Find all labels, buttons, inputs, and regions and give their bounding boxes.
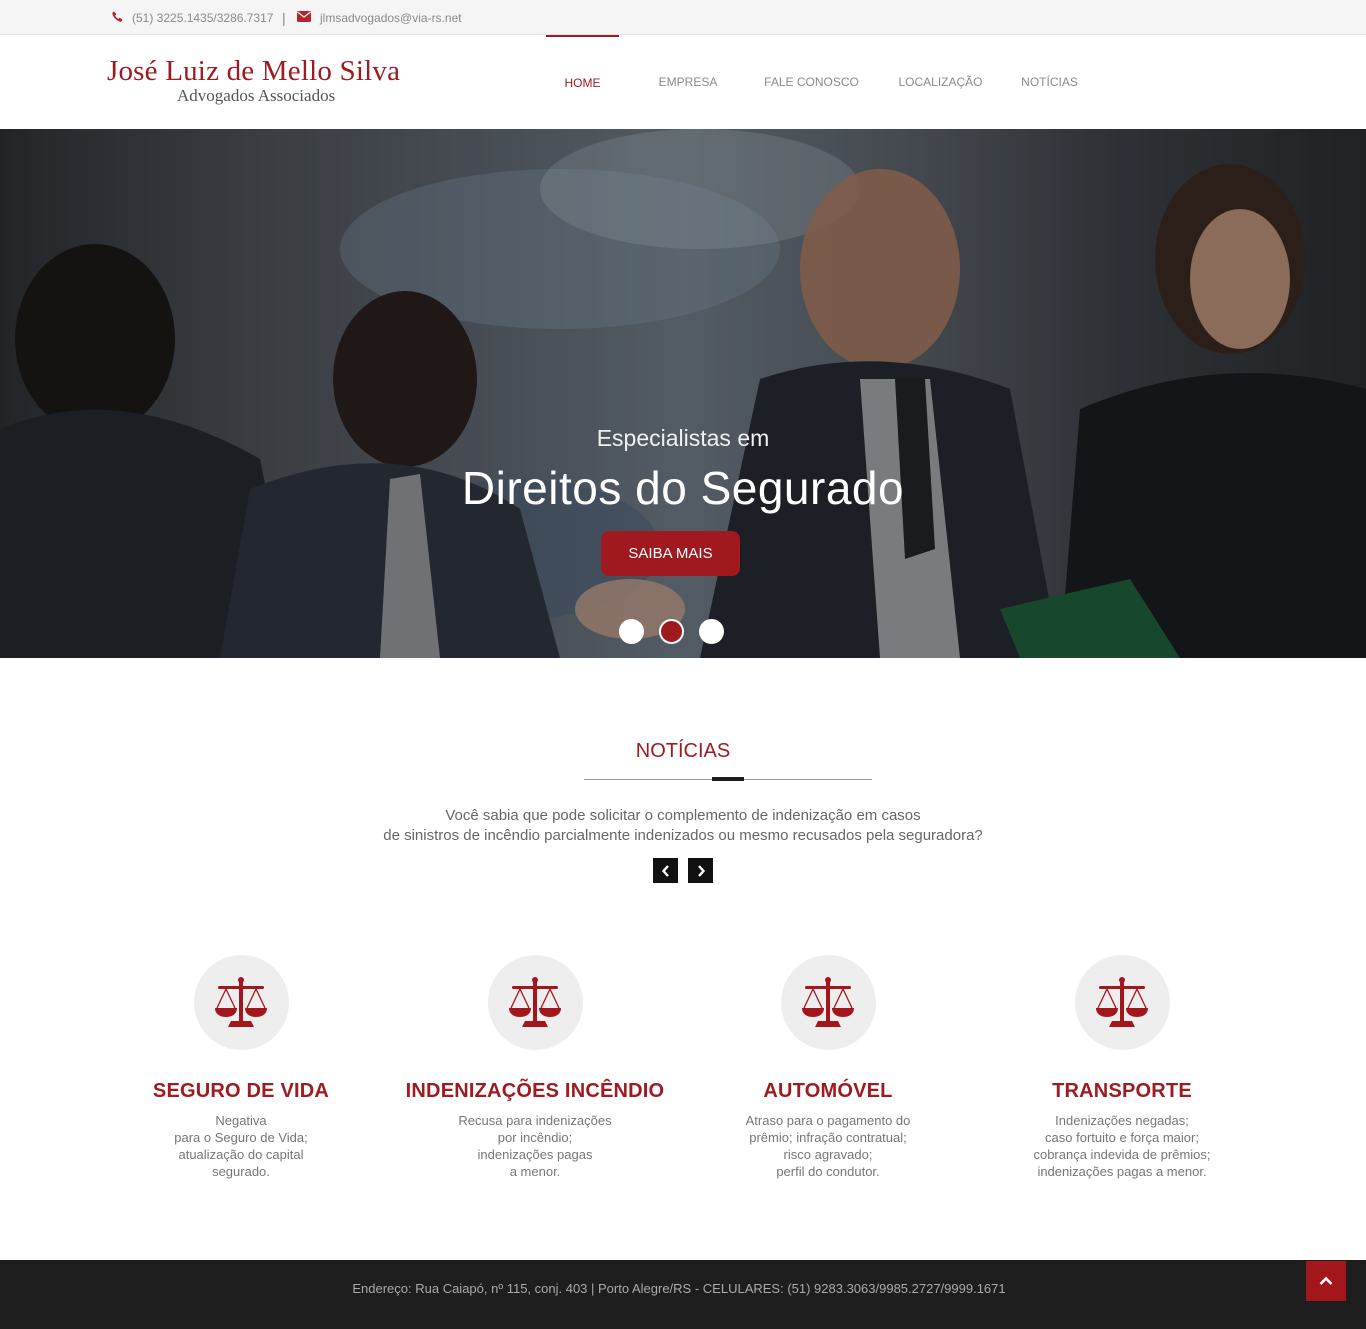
service-description: Atraso para o pagamento do prêmio; infra… (678, 1112, 978, 1180)
service-title: TRANSPORTE (1052, 1080, 1192, 1102)
service-desc-line: Atraso para o pagamento do (745, 1113, 911, 1128)
service-desc-line: indenizações pagas a menor. (1037, 1164, 1207, 1179)
service-indenizacoes-incendio[interactable]: INDENIZAÇÕES INCÊNDIO Recusa para indeni… (385, 955, 685, 1180)
scales-icon (802, 976, 854, 1027)
back-to-top-button[interactable] (1306, 1261, 1346, 1301)
nav-home[interactable]: HOME (546, 35, 619, 129)
chevron-up-icon (1319, 1276, 1333, 1285)
email-address: jlmsadvogados@via-rs.net (320, 10, 462, 25)
service-desc-line: para o Seguro de Vida; (174, 1130, 308, 1145)
email-contact[interactable]: jlmsadvogados@via-rs.net (297, 0, 462, 35)
site-header: José Luiz de Mello Silva Advogados Assoc… (0, 35, 1366, 129)
service-desc-line: por incêndio; (497, 1130, 573, 1145)
nav-fale-conosco[interactable]: FALE CONOSCO (760, 35, 863, 129)
hero-overlay (0, 129, 1366, 658)
logo-subtitle: Advogados Associados (177, 86, 336, 105)
service-title: INDENIZAÇÕES INCÊNDIO (405, 1080, 665, 1102)
service-desc-line: Recusa para indenizações (458, 1113, 612, 1128)
hero-slider: Especialistas em Direitos do Segurado SA… (0, 129, 1366, 658)
service-description: Negativa para o Seguro de Vida; atualiza… (91, 1112, 391, 1180)
service-icon-circle (780, 955, 876, 1050)
news-prev-button[interactable] (653, 858, 678, 883)
site-logo[interactable]: José Luiz de Mello Silva Advogados Assoc… (107, 55, 417, 105)
service-desc-line: cobrança indevida de prêmios; (1033, 1147, 1211, 1162)
service-desc-line: perfil do condutor. (776, 1164, 880, 1179)
hero-headline: Direitos do Segurado (461, 462, 905, 514)
chevron-left-icon (661, 864, 669, 877)
site-footer: Endereço: Rua Caiapó, nº 115, conj. 403 … (0, 1260, 1366, 1329)
scales-icon (509, 976, 561, 1027)
envelope-icon (297, 10, 311, 25)
top-contact-bar: (51) 3225.1435/3286.7317 | jlmsadvogados… (0, 0, 1366, 35)
scales-icon (215, 976, 267, 1027)
service-icon-circle (1074, 955, 1170, 1050)
news-text: Você sabia que pode solicitar o compleme… (0, 806, 1366, 846)
service-seguro-de-vida[interactable]: SEGURO DE VIDA Negativa para o Seguro de… (91, 955, 391, 1180)
service-icon-circle (487, 955, 583, 1050)
service-description: Recusa para indenizações por incêndio; i… (385, 1112, 685, 1180)
service-title: AUTOMÓVEL (763, 1080, 893, 1102)
phone-number: (51) 3225.1435/3286.7317 (132, 10, 274, 25)
footer-address: Endereço: Rua Caiapó, nº 115, conj. 403 … (352, 1281, 1006, 1296)
phone-icon (112, 11, 123, 25)
service-title: SEGURO DE VIDA (152, 1080, 330, 1102)
service-desc-line: indenizações pagas (477, 1147, 593, 1162)
service-desc-line: a menor. (509, 1164, 561, 1179)
topbar-separator: | (282, 9, 286, 26)
service-transporte[interactable]: TRANSPORTE Indenizações negadas; caso fo… (972, 955, 1272, 1180)
saiba-mais-button[interactable]: SAIBA MAIS (601, 531, 740, 576)
slider-dot-2[interactable] (659, 619, 684, 644)
nav-noticias[interactable]: NOTÍCIAS (1014, 35, 1085, 129)
phone-contact[interactable]: (51) 3225.1435/3286.7317 (112, 0, 273, 35)
service-desc-line: segurado. (212, 1164, 270, 1179)
news-line-1: Você sabia que pode solicitar o compleme… (445, 807, 921, 824)
service-automovel[interactable]: AUTOMÓVEL Atraso para o pagamento do prê… (678, 955, 978, 1180)
service-desc-line: Indenizações negadas; (1055, 1113, 1189, 1128)
slider-dot-1[interactable] (619, 619, 644, 644)
chevron-right-icon (697, 864, 705, 877)
scales-icon (1096, 976, 1148, 1027)
nav-empresa[interactable]: EMPRESA (650, 35, 726, 129)
service-desc-line: atualização do capital (178, 1147, 304, 1162)
service-desc-line: prêmio; infração contratual; (749, 1130, 907, 1145)
news-next-button[interactable] (688, 858, 713, 883)
service-desc-line: risco agravado; (783, 1147, 873, 1162)
service-desc-line: caso fortuito e força maior; (1045, 1130, 1199, 1145)
service-description: Indenizações negadas; caso fortuito e fo… (972, 1112, 1272, 1180)
service-desc-line: Negativa (215, 1113, 267, 1128)
news-line-2: de sinistros de incêndio parcialmente in… (383, 827, 983, 844)
service-icon-circle (193, 955, 289, 1050)
slider-dot-3[interactable] (699, 619, 724, 644)
news-title-accent (712, 777, 744, 781)
logo-name: José Luiz de Mello Silva (107, 55, 401, 87)
news-section-title: NOTÍCIAS (635, 740, 731, 762)
hero-kicker: Especialistas em (596, 425, 770, 451)
nav-localizacao[interactable]: LOCALIZAÇÃO (892, 35, 989, 129)
